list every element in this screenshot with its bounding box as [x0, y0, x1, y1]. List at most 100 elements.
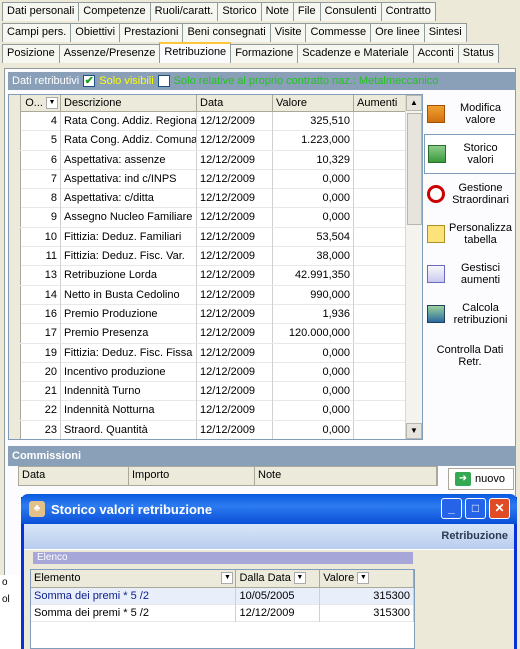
cell-valore[interactable]: 0,000 [273, 382, 354, 402]
tab-consulenti[interactable]: Consulenti [319, 2, 382, 21]
nuovo-button[interactable]: ➜ nuovo [448, 468, 514, 490]
cell-aumenti[interactable] [354, 324, 409, 344]
cell-o[interactable]: 8 [21, 189, 61, 209]
cell-valore[interactable]: 1.223,000 [273, 131, 354, 151]
cell-aumenti[interactable] [354, 401, 409, 421]
cell-desc[interactable]: Rata Cong. Addiz. Comunal [61, 131, 197, 151]
table-row[interactable]: 7 Aspettativa: ind c/INPS 12/12/2009 0,000 [9, 169, 422, 190]
col-valore[interactable]: Valore [273, 95, 354, 112]
row-indicator[interactable] [9, 266, 21, 286]
row-indicator[interactable] [9, 169, 21, 189]
col-wvalore[interactable]: Valore ▼ [320, 570, 414, 588]
row-indicator[interactable] [9, 401, 21, 421]
row-indicator[interactable] [9, 343, 21, 363]
row-indicator[interactable] [9, 131, 21, 151]
cell-aumenti[interactable] [354, 169, 409, 189]
cell-desc[interactable]: Fittizia: Deduz. Familiari [61, 227, 197, 247]
row-indicator[interactable] [9, 227, 21, 247]
cell-o[interactable]: 20 [21, 362, 61, 382]
col-ordine[interactable]: O... ▼ [21, 95, 61, 112]
cell-o[interactable]: 7 [21, 169, 61, 189]
tab-status[interactable]: Status [457, 44, 499, 63]
cell-valore[interactable]: 38,000 [273, 247, 354, 267]
cell-o[interactable]: 22 [21, 401, 61, 421]
cell-data[interactable]: 12/12/2009 [197, 169, 273, 189]
tab-obiettivi[interactable]: Obiettivi [70, 23, 121, 42]
tab-posizione[interactable]: Posizione [2, 44, 60, 63]
tab-retribuzione[interactable]: Retribuzione [159, 42, 232, 63]
tab-ore-linee[interactable]: Ore linee [370, 23, 425, 42]
cell-o[interactable]: 4 [21, 112, 61, 131]
storico-valori-button[interactable]: Storico valori [424, 134, 516, 174]
cell-data[interactable]: 12/12/2009 [197, 285, 273, 305]
tab-campi-pers-[interactable]: Campi pers. [2, 23, 72, 42]
table-row[interactable]: 8 Aspettativa: c/ditta 12/12/2009 0,000 [9, 189, 422, 209]
cell-o[interactable]: 5 [21, 131, 61, 151]
tab-file[interactable]: File [292, 2, 321, 21]
cell-valore[interactable]: 325,510 [273, 112, 354, 131]
tab-contratto[interactable]: Contratto [380, 2, 436, 21]
table-row[interactable]: 22 Indennità Notturna 12/12/2009 0,000 [9, 401, 422, 421]
tab-commesse[interactable]: Commesse [305, 23, 372, 42]
cell-o[interactable]: 6 [21, 150, 61, 170]
tab-ruoli-caratt-[interactable]: Ruoli/caratt. [149, 2, 219, 21]
row-indicator[interactable] [9, 420, 21, 439]
cell-o[interactable]: 9 [21, 208, 61, 228]
cell-data[interactable]: 12/12/2009 [197, 208, 273, 228]
tab-beni-consegnati[interactable]: Beni consegnati [182, 23, 271, 42]
modifica-valore-button[interactable]: Modifica valore [424, 94, 516, 134]
list-item[interactable]: Somma dei premi * 5 /2 12/12/2009 315300 [31, 605, 414, 622]
controlla-dati-button[interactable]: Controlla Dati Retr. [424, 334, 516, 378]
tab-assenze-presenze[interactable]: Assenze/Presenze [58, 44, 161, 63]
cell-desc[interactable]: Indennità Turno [61, 382, 197, 402]
comm-col-importo[interactable]: Importo [129, 467, 255, 485]
tab-formazione[interactable]: Formazione [230, 44, 299, 63]
cell-desc[interactable]: Aspettativa: ind c/INPS [61, 169, 197, 189]
list-item[interactable]: Somma dei premi * 5 /2 10/05/2005 315300 [31, 588, 414, 605]
table-row[interactable]: 5 Rata Cong. Addiz. Comunal 12/12/2009 1.22… [9, 131, 422, 151]
cell-desc[interactable]: Netto in Busta Cedolino [61, 285, 197, 305]
cell-valore[interactable]: 315300 [320, 588, 414, 605]
table-row[interactable]: 10 Fittizia: Deduz. Familiari 12/12/2009 53… [9, 227, 422, 248]
row-indicator[interactable] [9, 189, 21, 209]
table-row[interactable]: 14 Netto in Busta Cedolino 12/12/2009 990,0… [9, 285, 422, 305]
row-indicator[interactable] [9, 382, 21, 402]
cell-desc[interactable]: Premio Produzione [61, 304, 197, 324]
cell-aumenti[interactable] [354, 131, 409, 151]
cell-data[interactable]: 12/12/2009 [197, 247, 273, 267]
scroll-down-button[interactable]: ▼ [406, 423, 422, 439]
cell-aumenti[interactable] [354, 382, 409, 402]
cell-elemento[interactable]: Somma dei premi * 5 /2 [31, 605, 237, 622]
cell-data[interactable]: 12/12/2009 [197, 131, 273, 151]
cell-aumenti[interactable] [354, 266, 409, 286]
cell-o[interactable]: 23 [21, 420, 61, 439]
row-indicator[interactable] [9, 362, 21, 382]
cell-data[interactable]: 12/12/2009 [197, 324, 273, 344]
solo-contratto-checkbox[interactable] [157, 75, 170, 87]
cell-o[interactable]: 16 [21, 304, 61, 324]
cell-valore[interactable]: 1,936 [273, 304, 354, 324]
cell-desc[interactable]: Indennità Notturna [61, 401, 197, 421]
solo-visibili-checkbox[interactable]: ✔ [83, 75, 96, 87]
cell-valore[interactable]: 0,000 [273, 189, 354, 209]
col-data[interactable]: Data [197, 95, 273, 112]
cell-data[interactable]: 12/12/2009 [197, 227, 273, 247]
table-row[interactable]: 13 Retribuzione Lorda 12/12/2009 42.991,350 [9, 266, 422, 286]
table-row[interactable]: 17 Premio Presenza 12/12/2009 120.000,000 [9, 324, 422, 344]
cell-desc[interactable]: Straord. Quantità [61, 420, 197, 439]
cell-valore[interactable]: 315300 [320, 605, 414, 622]
cell-valore[interactable]: 0,000 [273, 169, 354, 189]
cell-aumenti[interactable] [354, 304, 409, 324]
row-indicator[interactable] [9, 208, 21, 228]
cell-data[interactable]: 12/12/2009 [197, 189, 273, 209]
cell-aumenti[interactable] [354, 247, 409, 267]
cell-o[interactable]: 10 [21, 227, 61, 247]
minimize-icon[interactable]: _ [441, 498, 462, 519]
cell-data[interactable]: 12/12/2009 [197, 150, 273, 170]
cell-desc[interactable]: Fittizia: Deduz. Fisc. Fissa [61, 343, 197, 363]
table-row[interactable]: 23 Straord. Quantità 12/12/2009 0,000 [9, 420, 422, 439]
scroll-up-button[interactable]: ▲ [406, 95, 422, 111]
cell-data[interactable]: 12/12/2009 [197, 266, 273, 286]
gestione-straordinari-button[interactable]: Gestione Straordinari [424, 174, 516, 214]
personalizza-tabella-button[interactable]: Personalizza tabella [424, 214, 516, 254]
